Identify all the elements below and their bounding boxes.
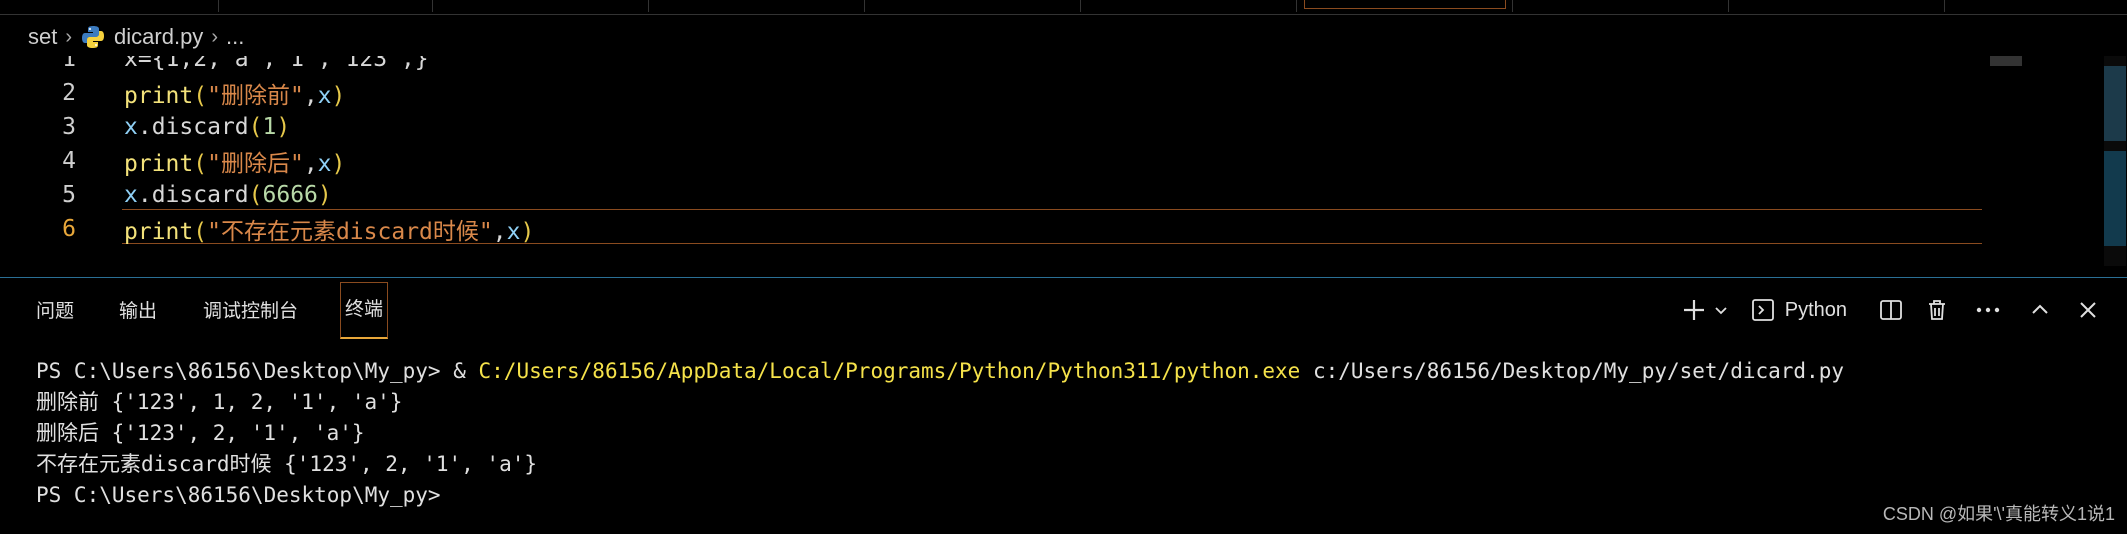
terminal-line: 删除前 {'123', 1, 2, '1', 'a'}: [36, 390, 403, 414]
watermark: CSDN @如果'\'真能转义1说1: [1882, 504, 2115, 524]
active-editor-tab[interactable]: [1304, 0, 1506, 9]
code-editor[interactable]: 1 x={1,2,'a','1','123',} 2 print("删除前",x) 3 x…: [0, 56, 2100, 276]
tab-debug-console[interactable]: 调试控制台: [203, 296, 298, 328]
plus-icon[interactable]: [1681, 297, 1707, 323]
terminal-output[interactable]: PS C:\Users\86156\Desktop\My_py> & C:/Us…: [36, 356, 1844, 511]
minimap[interactable]: [1990, 56, 2022, 66]
editor-tab-strip: [0, 0, 2127, 15]
breadcrumb-file[interactable]: dicard.py: [114, 24, 203, 50]
terminal-line: PS C:\Users\86156\Desktop\My_py> & C:/Us…: [36, 359, 1844, 383]
code-line[interactable]: 2 print("删除前",x): [0, 76, 2000, 110]
terminal-icon: [1751, 299, 1774, 321]
chevron-up-icon[interactable]: [2029, 299, 2051, 321]
close-icon[interactable]: [2077, 299, 2099, 321]
python-file-icon: [80, 24, 106, 50]
terminal-python-button[interactable]: Python: [1751, 298, 1847, 322]
code-line[interactable]: 6 print("不存在元素discard时候",x): [0, 212, 2000, 246]
breadcrumb: set › dicard.py › ...: [0, 18, 2127, 56]
tab-output[interactable]: 输出: [119, 296, 157, 328]
code-text: x.discard(6666): [124, 182, 332, 208]
terminal-profile-label: Python: [1784, 298, 1847, 321]
tab-terminal[interactable]: 终端: [340, 282, 389, 339]
line-number: 3: [62, 114, 76, 140]
breadcrumb-folder[interactable]: set: [28, 24, 57, 50]
line-number: 4: [62, 148, 76, 174]
terminal-line: 不存在元素discard时候 {'123', 2, '1', 'a'}: [36, 452, 538, 476]
terminal-prompt: PS C:\Users\86156\Desktop\My_py>: [36, 483, 441, 507]
code-line[interactable]: 3 x.discard(1): [0, 110, 2000, 144]
terminal-line: 删除后 {'123', 2, '1', 'a'}: [36, 421, 365, 445]
code-text: print("删除前",x): [124, 83, 346, 109]
code-text: print("删除后",x): [124, 151, 346, 177]
editor-scrollbar[interactable]: [2100, 56, 2127, 276]
split-icon[interactable]: [1879, 298, 1903, 322]
chevron-right-icon: ›: [65, 25, 73, 48]
code-text: x.discard(1): [124, 114, 291, 140]
code-line[interactable]: 1 x={1,2,'a','1','123',}: [0, 56, 2000, 76]
line-number: 6: [62, 216, 76, 242]
panel-actions: Python: [1663, 282, 2127, 338]
code-text: print("不存在元素discard时候",x): [124, 219, 535, 245]
chevron-down-icon[interactable]: [1713, 302, 1729, 318]
tab-problems[interactable]: 问题: [36, 296, 74, 328]
more-icon[interactable]: [1975, 305, 2001, 315]
code-line[interactable]: 4 print("删除后",x): [0, 144, 2000, 178]
chevron-right-icon: ›: [211, 25, 218, 48]
panel-divider[interactable]: [0, 277, 2127, 278]
code-line[interactable]: 5 x.discard(6666): [0, 178, 2000, 212]
breadcrumb-more[interactable]: ...: [226, 24, 244, 50]
line-number: 2: [62, 80, 76, 106]
line-number: 1: [62, 56, 76, 72]
code-text: x={1,2,'a','1','123',}: [124, 56, 429, 72]
trash-icon[interactable]: [1925, 298, 1949, 322]
line-number: 5: [62, 182, 76, 208]
